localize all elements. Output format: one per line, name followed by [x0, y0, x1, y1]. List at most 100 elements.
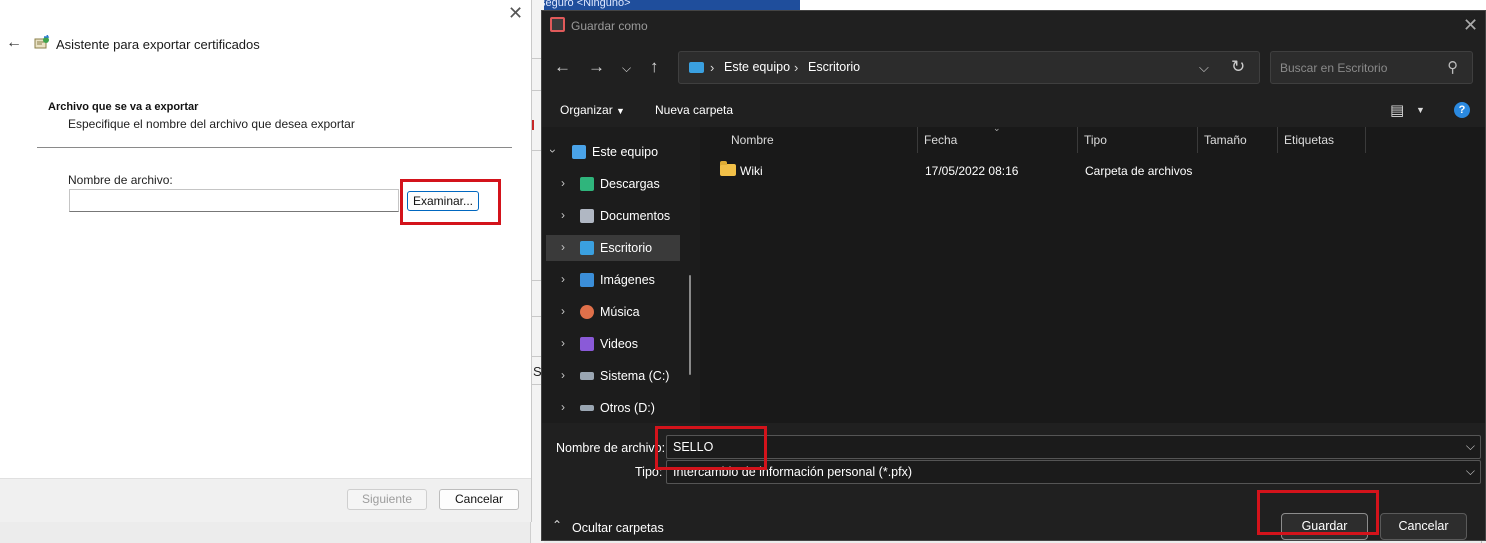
- search-placeholder: Buscar en Escritorio: [1280, 61, 1388, 75]
- nav-item-videos[interactable]: › Videos: [542, 331, 697, 357]
- column-separator[interactable]: [1197, 127, 1198, 153]
- search-input[interactable]: Buscar en Escritorio ⚲: [1270, 51, 1473, 84]
- filename-field[interactable]: SELLO ⌵: [666, 435, 1481, 459]
- dialog-titlebar: Guardar como ✕: [542, 11, 1485, 41]
- chevron-down-icon[interactable]: ⌵: [1466, 464, 1475, 479]
- next-button[interactable]: Siguiente: [347, 489, 427, 510]
- chevron-right-icon[interactable]: ›: [561, 336, 565, 350]
- file-date: 17/05/2022 08:16: [925, 164, 1019, 178]
- help-icon[interactable]: ?: [1454, 102, 1470, 118]
- nav-item-documentos[interactable]: › Documentos: [542, 203, 697, 229]
- file-row[interactable]: Wiki 17/05/2022 08:16 Carpeta de archivo…: [700, 159, 1485, 183]
- breadcrumb-separator-icon: ›: [710, 60, 715, 75]
- navigation-pane: › Este equipo › Descargas › Documentos ›…: [542, 127, 700, 423]
- nav-item-label: Otros (D:): [600, 401, 655, 415]
- chevron-right-icon[interactable]: ›: [561, 208, 565, 222]
- dialog-title: Guardar como: [571, 19, 648, 33]
- background-partial-text: seguro <Ninguno>: [540, 0, 631, 9]
- address-bar[interactable]: › Este equipo › Escritorio ⌵ ↻: [678, 51, 1260, 84]
- back-arrow-icon[interactable]: ←: [6, 34, 22, 52]
- file-type: Carpeta de archivos: [1085, 164, 1193, 178]
- filename-input[interactable]: [69, 189, 399, 212]
- nav-item-escritorio[interactable]: › Escritorio: [546, 235, 680, 261]
- drive-c-icon: [580, 372, 594, 380]
- nav-item-musica[interactable]: › Música: [542, 299, 697, 325]
- background-window-strip: [800, 0, 1486, 10]
- nav-item-otros-d[interactable]: › Otros (D:): [542, 395, 697, 421]
- command-bar: Organizar ▼ Nueva carpeta ▤ ▼ ?: [542, 95, 1485, 127]
- desktop-icon: [689, 62, 704, 73]
- chevron-right-icon[interactable]: ›: [561, 240, 565, 254]
- breadcrumb-separator-icon: ›: [794, 60, 799, 75]
- search-icon[interactable]: ⚲: [1447, 58, 1458, 76]
- export-wizard-window: ✕ ← Asistente para exportar certificados…: [0, 0, 532, 522]
- up-icon[interactable]: ↑: [650, 57, 659, 77]
- chevron-up-icon[interactable]: ⌃: [552, 518, 562, 532]
- file-type-select[interactable]: Intercambio de información personal (*.p…: [666, 460, 1481, 484]
- new-folder-button[interactable]: Nueva carpeta: [655, 103, 733, 117]
- cancel-button[interactable]: Cancelar: [1380, 513, 1467, 540]
- nav-item-label: Imágenes: [600, 273, 655, 287]
- column-header-tamano[interactable]: Tamaño: [1204, 133, 1247, 147]
- chevron-down-icon[interactable]: ›: [546, 149, 560, 153]
- hide-folders-button[interactable]: Ocultar carpetas: [572, 521, 664, 535]
- chevron-right-icon[interactable]: ›: [561, 176, 565, 190]
- filename-label: Nombre de archivo:: [68, 173, 173, 187]
- desktop-icon: [580, 241, 594, 255]
- chevron-down-icon[interactable]: ▼: [1416, 105, 1425, 115]
- download-icon: [580, 177, 594, 191]
- drive-d-icon: [580, 405, 594, 411]
- chevron-right-icon[interactable]: ›: [561, 304, 565, 318]
- breadcrumb-este-equipo[interactable]: Este equipo: [724, 60, 790, 74]
- document-icon: [580, 209, 594, 223]
- column-header-etiquetas[interactable]: Etiquetas: [1284, 133, 1334, 147]
- nav-item-sistema-c[interactable]: › Sistema (C:): [542, 363, 697, 389]
- organize-label: Organizar: [560, 103, 613, 117]
- chevron-right-icon[interactable]: ›: [561, 400, 565, 414]
- nav-item-imagenes[interactable]: › Imágenes: [542, 267, 697, 293]
- back-icon[interactable]: ←: [554, 57, 571, 77]
- breadcrumb-escritorio[interactable]: Escritorio: [808, 60, 860, 74]
- music-icon: [580, 305, 594, 319]
- highlight-box-save: [1257, 490, 1379, 535]
- close-icon[interactable]: ✕: [508, 3, 523, 24]
- chevron-down-icon[interactable]: ⌵: [1466, 439, 1475, 454]
- section-description: Especifique el nombre del archivo que de…: [68, 117, 355, 131]
- background-red-mark: [532, 120, 538, 130]
- nav-item-descargas[interactable]: › Descargas: [542, 171, 697, 197]
- nav-item-label: Escritorio: [600, 241, 653, 255]
- nav-item-label: Descargas: [600, 177, 660, 191]
- videos-icon: [580, 337, 594, 351]
- column-header-tipo[interactable]: Tipo: [1084, 133, 1107, 147]
- nav-item-label: Documentos: [600, 209, 671, 223]
- column-separator[interactable]: [917, 127, 918, 153]
- column-separator[interactable]: [1077, 127, 1078, 153]
- wizard-cancel-button[interactable]: Cancelar: [439, 489, 519, 510]
- forward-icon[interactable]: →: [588, 57, 605, 77]
- file-list-pane: Nombre ⌄ Fecha Tipo Tamaño Etiquetas Wik…: [700, 123, 1485, 423]
- nav-item-label: Sistema (C:): [600, 369, 670, 383]
- chevron-right-icon[interactable]: ›: [561, 368, 565, 382]
- chevron-down-icon: ▼: [616, 106, 625, 116]
- column-separator[interactable]: [1277, 127, 1278, 153]
- filename-label: Nombre de archivo:: [556, 441, 666, 455]
- chevron-right-icon[interactable]: ›: [561, 272, 565, 286]
- organize-button[interactable]: Organizar ▼: [560, 103, 625, 117]
- refresh-icon[interactable]: ↻: [1231, 57, 1245, 77]
- view-options-icon[interactable]: ▤: [1390, 101, 1404, 119]
- nav-item-label: Videos: [600, 337, 638, 351]
- section-title: Archivo que se va a exportar: [48, 101, 199, 113]
- address-dropdown-icon[interactable]: ⌵: [1199, 60, 1209, 76]
- nav-item-label: Música: [600, 305, 640, 319]
- highlight-box-browse: [400, 179, 501, 225]
- section-divider: [37, 147, 512, 148]
- sort-indicator-icon: ⌄: [993, 123, 1001, 133]
- recent-locations-chevron-icon[interactable]: ⌵: [622, 61, 631, 76]
- nav-scrollbar[interactable]: [689, 275, 691, 375]
- dialog-close-icon[interactable]: ✕: [1463, 15, 1478, 36]
- column-header-fecha[interactable]: Fecha: [924, 133, 957, 147]
- column-separator[interactable]: [1365, 127, 1366, 153]
- column-header-nombre[interactable]: Nombre: [731, 133, 774, 147]
- nav-item-este-equipo[interactable]: › Este equipo: [542, 139, 697, 165]
- certificate-wizard-icon: [34, 35, 50, 49]
